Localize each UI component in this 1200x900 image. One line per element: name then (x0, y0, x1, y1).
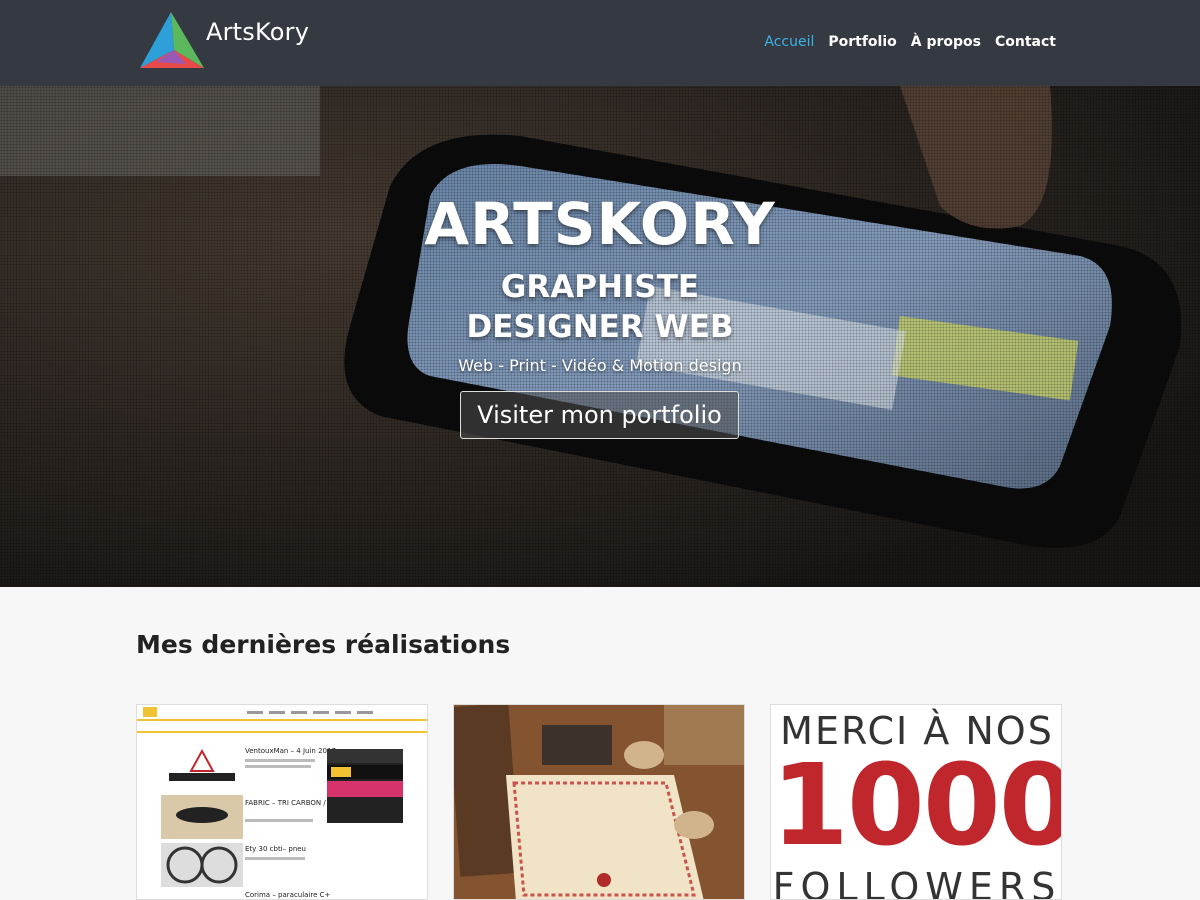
nav-item-portfolio[interactable]: Portfolio (828, 34, 896, 50)
mini-site-body: VentouxMan – 4 Juin 2017 FABRIC – TRI CA… (137, 739, 427, 899)
mini-site-logo (143, 707, 157, 717)
mini-social-widget (327, 749, 403, 823)
section-title-bold: dernières réalisations (201, 630, 511, 659)
project-card-followers[interactable]: MERCI À NOS 1000 FOLLOWERS (770, 704, 1062, 900)
mini-site-subnav (137, 721, 427, 733)
mini-post-thumb-1 (161, 747, 243, 791)
followers-text: FOLLOWERS (772, 865, 1062, 900)
parchment-photo (454, 705, 744, 899)
section-title-prefix: Mes (136, 630, 202, 659)
navbar: ArtsKory Accueil Portfolio À propos Cont… (0, 0, 1200, 86)
brand-link[interactable]: ArtsKory (136, 10, 309, 70)
hero-subtitle-2: DESIGNER WEB (466, 309, 734, 345)
nav-item-contact[interactable]: Contact (995, 34, 1056, 50)
nav-item-accueil[interactable]: Accueil (764, 34, 814, 50)
nav-item-a-propos[interactable]: À propos (911, 34, 981, 50)
hero-title: ARTSKORY (424, 190, 776, 258)
hero-subtitle-1: GRAPHISTE (500, 269, 700, 305)
hero: ARTSKORY GRAPHISTE DESIGNER WEB Web - Pr… (0, 86, 1200, 587)
project-card-website[interactable]: VentouxMan – 4 Juin 2017 FABRIC – TRI CA… (136, 704, 428, 900)
section-title: Mes dernières réalisations (136, 630, 510, 659)
main-nav: Accueil Portfolio À propos Contact (764, 34, 1056, 50)
mini-site-nav (247, 710, 373, 714)
followers-count: 1000 (771, 741, 1062, 871)
hero-tagline: Web - Print - Vidéo & Motion design (458, 356, 742, 375)
mini-post-title-4: Corima – paraculaire C+ (245, 891, 331, 899)
brand-name: ArtsKory (206, 18, 310, 46)
mini-post-title-1: VentouxMan – 4 Juin 2017 (245, 747, 336, 755)
portfolio-cta-button[interactable]: Visiter mon portfolio (460, 391, 739, 439)
project-card-parchment[interactable] (453, 704, 745, 900)
mini-post-thumb-2 (161, 795, 243, 839)
mini-site-header (137, 705, 427, 721)
mini-post-title-3: Ety 30 cbti– pneu (245, 845, 306, 853)
mini-post-thumb-3 (161, 843, 243, 887)
logo-icon (140, 12, 204, 68)
mini-site-sidebar (327, 749, 403, 823)
